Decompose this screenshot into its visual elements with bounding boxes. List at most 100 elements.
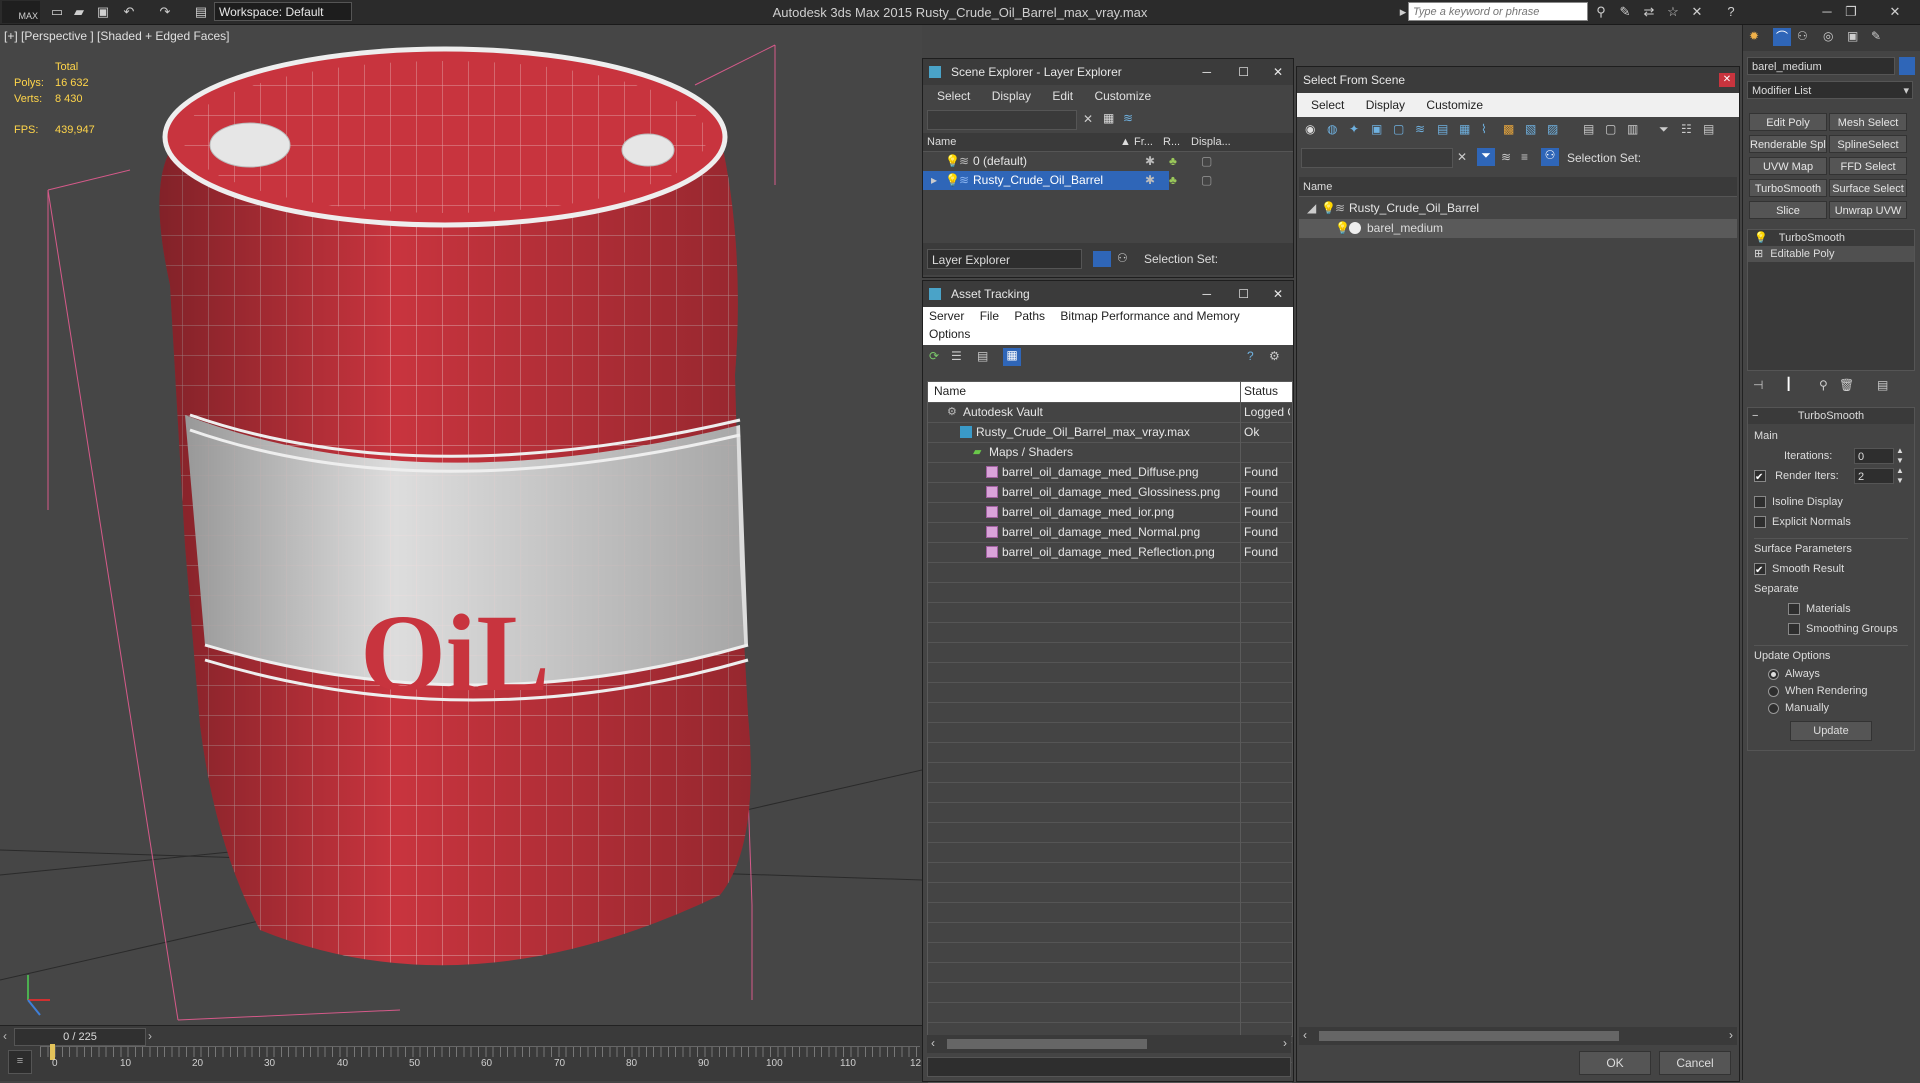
menu-bitmap-performance[interactable]: Bitmap Performance and Memory bbox=[1060, 309, 1239, 323]
asset-tracking-titlebar[interactable]: Asset Tracking ─ ☐ ✕ bbox=[923, 281, 1293, 307]
create-tab-icon[interactable]: ✹ bbox=[1749, 29, 1759, 43]
display-tab-icon[interactable]: ▣ bbox=[1847, 29, 1858, 43]
spinner-arrows-icon[interactable]: ▲ ▼ bbox=[1896, 446, 1904, 466]
render-iters-spinner[interactable]: 2 bbox=[1854, 468, 1894, 484]
mini-curve-editor-icon[interactable]: ≡ bbox=[8, 1050, 32, 1074]
oil-barrel-mesh[interactable]: OiL bbox=[159, 46, 751, 966]
close-x-icon[interactable]: ✕ bbox=[1688, 3, 1706, 21]
undo-icon[interactable]: ↶ bbox=[120, 3, 138, 21]
configure-sets-icon[interactable]: ▤ bbox=[1877, 378, 1888, 392]
menu-edit[interactable]: Edit bbox=[1052, 89, 1073, 103]
remove-modifier-icon[interactable]: 🗑 bbox=[1839, 378, 1854, 392]
asset-name[interactable]: barrel_oil_damage_med_Diffuse.png bbox=[1002, 463, 1199, 482]
time-slider[interactable]: 0 / 225 bbox=[14, 1028, 146, 1046]
lightbulb-icon[interactable]: 💡 bbox=[945, 171, 960, 190]
slice-button[interactable]: Slice bbox=[1749, 201, 1827, 219]
asset-horizontal-scrollbar[interactable]: ‹ › bbox=[927, 1035, 1291, 1053]
column-name[interactable]: Name bbox=[934, 382, 966, 401]
object-name-field[interactable]: barel_medium bbox=[1747, 57, 1895, 75]
collapse-arrow-icon[interactable]: ◢ bbox=[1307, 199, 1316, 218]
chevron-down-icon[interactable]: ▾ bbox=[1903, 82, 1909, 100]
project-folder-icon[interactable]: ▤ bbox=[192, 3, 210, 21]
menu-file[interactable]: File bbox=[980, 309, 999, 323]
exchange-icon[interactable]: ⇄ bbox=[1640, 3, 1658, 21]
menu-server[interactable]: Server bbox=[929, 309, 964, 323]
render-iters-checkbox[interactable] bbox=[1754, 468, 1766, 488]
select-from-scene-titlebar[interactable]: Select From Scene ✕ bbox=[1297, 67, 1739, 93]
pin-stack-icon[interactable]: ⊣ bbox=[1753, 378, 1763, 392]
settings-icon[interactable]: ⚙ bbox=[1269, 349, 1280, 363]
lightbulb-icon[interactable]: 💡 bbox=[1754, 232, 1768, 244]
asset-row[interactable]: barrel_oil_damage_med_Diffuse.png Found bbox=[928, 463, 1292, 483]
perspective-viewport[interactable]: [+] [Perspective ] [Shaded + Edged Faces… bbox=[0, 25, 922, 1025]
column-freeze[interactable]: Fr... bbox=[1134, 133, 1153, 151]
tree-item-label[interactable]: barel_medium bbox=[1367, 219, 1443, 238]
manually-radio[interactable] bbox=[1768, 702, 1779, 714]
clear-search-icon[interactable]: ✕ bbox=[1457, 150, 1467, 164]
display-groups-icon[interactable]: ▤ bbox=[1437, 122, 1448, 136]
display-geometry-icon[interactable]: ◉ bbox=[1305, 122, 1315, 136]
display-bones-icon[interactable]: ⌇ bbox=[1481, 122, 1487, 136]
save-file-icon[interactable]: ▣ bbox=[94, 3, 112, 21]
tree-item-layer[interactable]: ◢ 💡 ≋ Rusty_Crude_Oil_Barrel bbox=[1299, 199, 1737, 218]
lightbulb-icon[interactable]: 💡 bbox=[1335, 219, 1350, 238]
scroll-right-icon[interactable]: › bbox=[1729, 1028, 1733, 1042]
explorer-type-dropdown[interactable]: Layer Explorer bbox=[927, 249, 1082, 269]
asset-row[interactable]: barrel_oil_damage_med_Reflection.png Foun… bbox=[928, 543, 1292, 563]
scroll-left-icon[interactable]: ‹ bbox=[931, 1036, 935, 1050]
spinner-arrows-icon[interactable]: ▲ ▼ bbox=[1896, 466, 1904, 486]
display-xrefs-icon[interactable]: ▦ bbox=[1459, 122, 1470, 136]
surface-select-button[interactable]: Surface Select bbox=[1829, 179, 1907, 197]
smoothing-groups-checkbox[interactable] bbox=[1788, 623, 1800, 636]
tools-icon[interactable]: ✎ bbox=[1616, 3, 1634, 21]
modify-tab-icon[interactable]: ⌒ bbox=[1773, 28, 1791, 46]
freeze-snowflake-icon[interactable]: ✱ bbox=[1145, 171, 1155, 190]
menu-options[interactable]: Options bbox=[929, 327, 970, 341]
lightbulb-icon[interactable]: 💡 bbox=[1321, 199, 1336, 218]
new-file-icon[interactable]: ▭ bbox=[48, 3, 66, 21]
uvw-map-button[interactable]: UVW Map bbox=[1749, 157, 1827, 175]
scroll-right-icon[interactable]: › bbox=[1283, 1036, 1287, 1050]
expand-plus-icon[interactable]: ⊞ bbox=[1754, 248, 1763, 260]
column-name[interactable]: Name bbox=[1299, 177, 1737, 197]
minimize-window-icon[interactable]: ─ bbox=[1818, 3, 1836, 21]
hierarchy-icon[interactable]: ≡ bbox=[1521, 150, 1528, 164]
maximize-icon[interactable]: ☐ bbox=[1238, 59, 1249, 85]
update-button[interactable]: Update bbox=[1790, 721, 1872, 741]
display-cameras-icon[interactable]: ▣ bbox=[1371, 122, 1382, 136]
display-none-icon[interactable]: ▢ bbox=[1605, 122, 1616, 136]
smooth-result-checkbox[interactable] bbox=[1754, 561, 1766, 581]
filter-active-icon[interactable]: ⏷ bbox=[1477, 148, 1495, 166]
menu-customize[interactable]: Customize bbox=[1094, 89, 1151, 103]
ffd-select-button[interactable]: FFD Select bbox=[1829, 157, 1907, 175]
help-icon[interactable]: ? bbox=[1722, 3, 1740, 21]
object-color-swatch[interactable] bbox=[1899, 57, 1915, 75]
scene-explorer-window[interactable]: Scene Explorer - Layer Explorer ─ ☐ ✕ Se… bbox=[922, 58, 1294, 278]
clear-search-icon[interactable]: ✕ bbox=[1083, 112, 1093, 126]
make-unique-icon[interactable]: ⚲ bbox=[1819, 378, 1828, 392]
thumbnail-view-icon[interactable]: ▤ bbox=[977, 349, 988, 363]
renderable-spline-button[interactable]: Renderable Spline bbox=[1749, 135, 1827, 153]
asset-name[interactable]: barrel_oil_damage_med_Reflection.png bbox=[1002, 543, 1215, 562]
lightbulb-icon[interactable]: 💡 bbox=[945, 152, 960, 171]
collapse-minus-icon[interactable]: − bbox=[1752, 408, 1758, 424]
menu-display[interactable]: Display bbox=[1366, 98, 1405, 112]
menu-select[interactable]: Select bbox=[937, 89, 970, 103]
asset-row[interactable]: barrel_oil_damage_med_Glossiness.png Foun… bbox=[928, 483, 1292, 503]
scrollbar-thumb[interactable] bbox=[947, 1039, 1147, 1049]
open-file-icon[interactable]: ▰ bbox=[70, 3, 88, 21]
stack-item[interactable]: ⊞ Editable Poly bbox=[1748, 246, 1914, 262]
workspace-dropdown[interactable]: Workspace: Default bbox=[214, 2, 352, 21]
scene-explorer-titlebar[interactable]: Scene Explorer - Layer Explorer ─ ☐ ✕ bbox=[923, 59, 1293, 85]
render-teapot-icon[interactable]: ♣ bbox=[1169, 152, 1177, 171]
ok-button[interactable]: OK bbox=[1579, 1051, 1651, 1075]
asset-name[interactable]: barrel_oil_damage_med_Glossiness.png bbox=[1002, 483, 1220, 502]
isoline-display-checkbox[interactable] bbox=[1754, 496, 1766, 509]
asset-name[interactable]: Rusty_Crude_Oil_Barrel_max_vray.max bbox=[976, 423, 1190, 442]
asset-row[interactable]: barrel_oil_damage_med_Normal.png Found bbox=[928, 523, 1292, 543]
freeze-snowflake-icon[interactable]: ✱ bbox=[1145, 152, 1155, 171]
unwrap-uvw-button[interactable]: Unwrap UVW bbox=[1829, 201, 1907, 219]
filter-icon[interactable]: ▦ bbox=[1103, 111, 1114, 125]
timeline[interactable]: ‹ 0 / 225 › ≡ 0 10 20 30 40 50 60 70 80 … bbox=[0, 1025, 922, 1081]
sort-arrow-icon[interactable]: ▲ bbox=[1120, 133, 1131, 151]
